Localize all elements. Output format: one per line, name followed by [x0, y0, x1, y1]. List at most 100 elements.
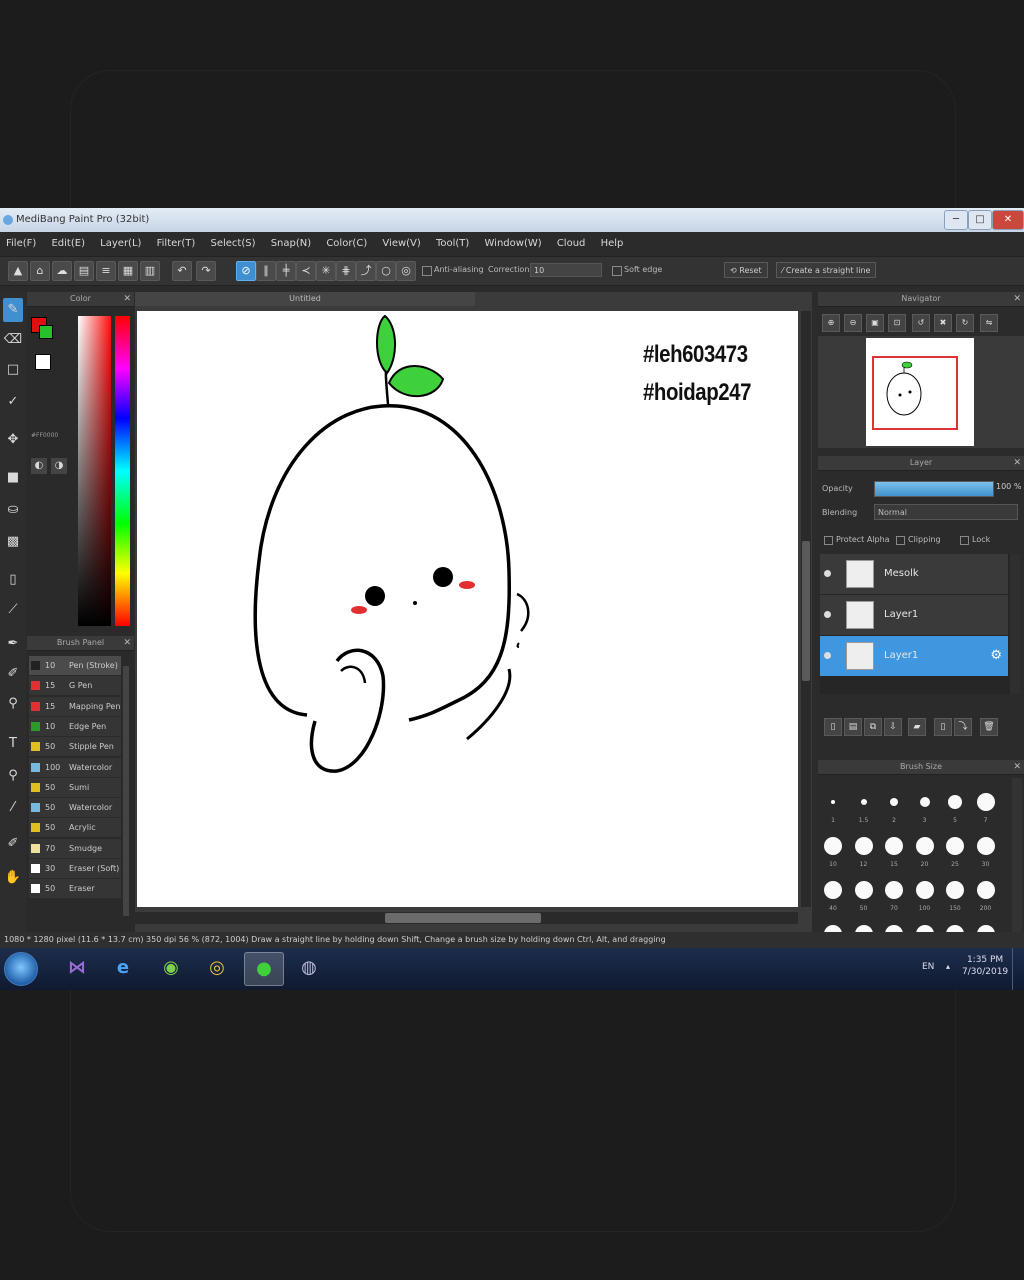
- color-mode-icon[interactable]: ◐: [31, 458, 47, 474]
- brush-item[interactable]: 50 Sumi: [29, 777, 121, 798]
- language-indicator[interactable]: EN: [922, 962, 934, 972]
- visual-studio-icon[interactable]: ⋈: [58, 952, 96, 984]
- reset-view-icon[interactable]: ✖: [934, 314, 952, 332]
- brush-size-option[interactable]: 100: [910, 870, 940, 912]
- brush-item[interactable]: 10 Pen (Stroke): [29, 656, 121, 676]
- save-icon[interactable]: ▤: [74, 261, 94, 281]
- snap-circle-icon[interactable]: ○: [376, 261, 396, 281]
- close-button[interactable]: ✕: [992, 210, 1024, 230]
- operation-tool-icon[interactable]: ✐: [3, 832, 23, 856]
- zoom-in-icon[interactable]: ⊕: [822, 314, 840, 332]
- menu-edit[interactable]: Edit(E): [45, 234, 91, 254]
- clipping-checkbox[interactable]: [896, 536, 905, 545]
- brush-size-option[interactable]: 10: [818, 826, 848, 868]
- menu-help[interactable]: Help: [595, 234, 630, 254]
- brush-size-option[interactable]: 3: [910, 782, 940, 824]
- vertical-scroll-thumb[interactable]: [802, 541, 810, 681]
- coccoc-browser-icon[interactable]: ◉: [152, 952, 190, 984]
- text-tool-icon[interactable]: T: [3, 732, 23, 756]
- brush-scrollbar[interactable]: [123, 666, 129, 916]
- close-icon[interactable]: ✕: [123, 292, 131, 306]
- internet-explorer-icon[interactable]: e: [104, 952, 142, 984]
- redo-icon[interactable]: ↷: [196, 261, 216, 281]
- shape-tool-icon[interactable]: ■: [3, 466, 23, 490]
- brush-item[interactable]: 50 Watercolor: [29, 798, 121, 819]
- layer-settings-icon[interactable]: ⚙: [990, 648, 1002, 663]
- visibility-icon[interactable]: [824, 611, 831, 618]
- layer-row[interactable]: Layer1: [820, 595, 1008, 636]
- protect-alpha-checkbox[interactable]: [824, 536, 833, 545]
- horizontal-scroll-thumb[interactable]: [385, 913, 541, 923]
- eyedropper-tool-icon[interactable]: ⁄: [3, 796, 23, 820]
- flip-icon[interactable]: ⇋: [980, 314, 998, 332]
- brush-size-scrollbar[interactable]: [1012, 778, 1022, 934]
- brush-item[interactable]: 15 G Pen: [29, 676, 121, 697]
- select-pen-icon[interactable]: ✐: [3, 662, 23, 686]
- brush-item[interactable]: 50 Eraser: [29, 879, 121, 900]
- menu-layer[interactable]: Layer(L): [94, 234, 147, 254]
- hue-slider[interactable]: [115, 316, 130, 626]
- snap-concentric-icon[interactable]: ◎: [396, 261, 416, 281]
- brush-size-option[interactable]: 12: [849, 826, 879, 868]
- medibang-taskbar-icon[interactable]: ●: [244, 952, 284, 986]
- minimize-button[interactable]: ─: [944, 210, 968, 230]
- brush-size-option[interactable]: 7: [971, 782, 1001, 824]
- brush-size-option[interactable]: 150: [940, 870, 970, 912]
- select-tool-icon[interactable]: ✓: [3, 390, 23, 414]
- layer-scrollbar[interactable]: [1010, 554, 1020, 694]
- opacity-slider[interactable]: [874, 481, 994, 497]
- zoom-out-icon[interactable]: ⊖: [844, 314, 862, 332]
- saturation-value-picker[interactable]: [78, 316, 111, 626]
- visibility-icon[interactable]: [824, 570, 831, 577]
- close-icon[interactable]: ✕: [123, 636, 131, 650]
- eyedrop-color-icon[interactable]: ◑: [51, 458, 67, 474]
- viewport-rectangle[interactable]: [872, 356, 958, 430]
- close-icon[interactable]: ✕: [1013, 456, 1021, 470]
- correction-select[interactable]: 10: [530, 263, 602, 277]
- lasso-tool-icon[interactable]: ⟋: [3, 598, 23, 622]
- chrome-icon[interactable]: ◎: [198, 952, 236, 984]
- brush-item[interactable]: 50 Acrylic: [29, 818, 121, 839]
- brush-size-option[interactable]: 5: [940, 782, 970, 824]
- layer-page-icon[interactable]: ▯: [934, 718, 952, 736]
- actual-size-icon[interactable]: ⊡: [888, 314, 906, 332]
- brush-item[interactable]: 30 Eraser (Soft): [29, 859, 121, 879]
- brush-size-option[interactable]: 30: [971, 826, 1001, 868]
- brush-size-option[interactable]: 200: [971, 870, 1001, 912]
- undo-icon[interactable]: ↶: [172, 261, 192, 281]
- new-canvas-icon[interactable]: ▲: [8, 261, 28, 281]
- open-icon[interactable]: ⌂: [30, 261, 50, 281]
- brush-size-option[interactable]: 70: [879, 870, 909, 912]
- layer-row[interactable]: Mesolk: [820, 554, 1008, 595]
- blending-select[interactable]: Normal: [874, 504, 1018, 520]
- close-icon[interactable]: ✕: [1013, 292, 1021, 306]
- divide-tool-icon[interactable]: ▯: [3, 568, 23, 592]
- visibility-icon[interactable]: [824, 652, 831, 659]
- new-layer-icon[interactable]: ▯: [824, 718, 842, 736]
- magic-wand-icon[interactable]: ⚲: [3, 692, 23, 716]
- tray-arrow-icon[interactable]: ▴: [946, 962, 950, 971]
- page-icon[interactable]: ▥: [140, 261, 160, 281]
- dot-tool-icon[interactable]: □: [3, 358, 23, 382]
- canvas-tab[interactable]: Untitled: [135, 292, 475, 306]
- menu-select[interactable]: Select(S): [205, 234, 262, 254]
- maximize-button[interactable]: □: [968, 210, 992, 230]
- canvas-vertical-scrollbar[interactable]: [801, 311, 811, 907]
- show-desktop-button[interactable]: [1012, 948, 1024, 990]
- snap-radial-icon[interactable]: ✳: [316, 261, 336, 281]
- brush-size-option[interactable]: 1: [818, 782, 848, 824]
- softedge-checkbox[interactable]: [612, 266, 622, 276]
- layer-arrow-icon[interactable]: ⤵: [954, 718, 972, 736]
- snap-cross-icon[interactable]: ╪: [276, 261, 296, 281]
- lock-checkbox[interactable]: [960, 536, 969, 545]
- background-color-swatch[interactable]: [35, 354, 51, 370]
- brush-item[interactable]: 10 Edge Pen: [29, 716, 121, 737]
- snap-parallel-icon[interactable]: ∥: [256, 261, 276, 281]
- menu-color[interactable]: Color(C): [320, 234, 373, 254]
- delete-layer-icon[interactable]: 🗑: [980, 718, 998, 736]
- brush-size-option[interactable]: 15: [879, 826, 909, 868]
- zoom-tool-icon[interactable]: ⚲: [3, 764, 23, 788]
- brush-item[interactable]: 100 Watercolor: [29, 757, 121, 778]
- secondary-color-swatch[interactable]: [39, 325, 53, 339]
- menu-cloud[interactable]: Cloud: [551, 234, 592, 254]
